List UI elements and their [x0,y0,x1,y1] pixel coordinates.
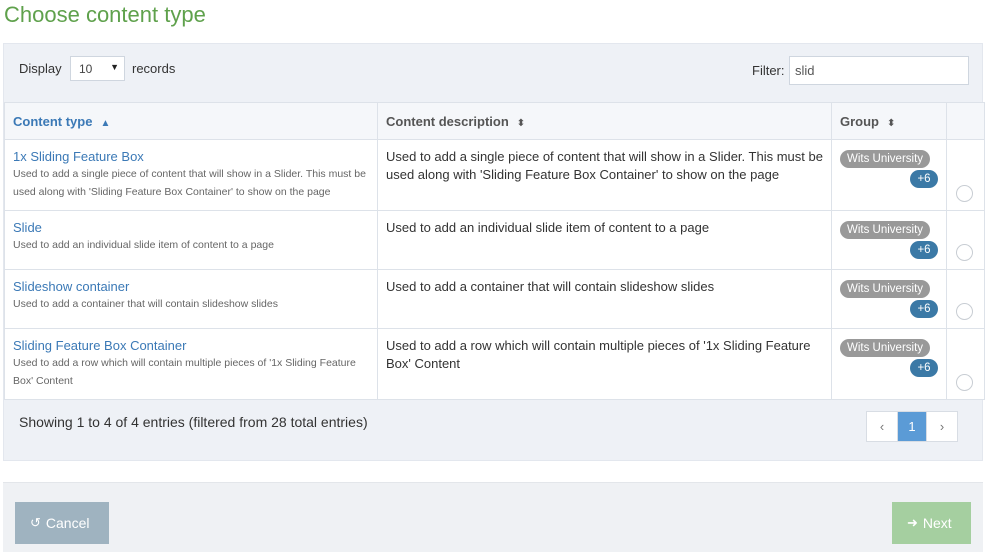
table-row[interactable]: 1x Sliding Feature Box Used to add a sin… [4,139,985,211]
arrow-right-icon: ➜ [907,515,918,530]
content-type-link[interactable]: 1x Sliding Feature Box [13,148,369,165]
pagination-next-button[interactable]: › [927,412,957,441]
content-type-link[interactable]: Slide [13,219,369,236]
group-cell: Wits University +6 [831,139,947,211]
content-type-short-desc: Used to add an individual slide item of … [13,239,274,251]
pagination-page-1[interactable]: 1 [897,412,927,441]
select-radio[interactable] [956,244,973,261]
content-type-cell: Slideshow container Used to add a contai… [4,269,378,329]
group-badge: Wits University [840,221,931,239]
content-type-short-desc: Used to add a row which will contain mul… [13,357,356,387]
filter-input[interactable] [789,56,969,85]
group-more-badge[interactable]: +6 [910,170,938,188]
table-controls: Display 10 ▼ records Filter: [4,44,982,102]
group-badge: Wits University [840,339,931,357]
content-type-link[interactable]: Slideshow container [13,278,369,295]
content-description-cell: Used to add a row which will contain mul… [377,328,832,400]
content-type-short-desc: Used to add a single piece of content th… [13,168,366,198]
content-type-table: Content type ▲ Content description ⬍ Group… [4,102,985,400]
sort-both-icon: ⬍ [887,117,896,129]
page-title: Choose content type [4,2,206,27]
cancel-button-label: Cancel [45,515,90,531]
select-cell [946,139,985,211]
display-label: Display [19,61,62,76]
group-more-badge[interactable]: +6 [910,241,938,259]
content-description-cell: Used to add a container that will contai… [377,269,832,329]
sort-both-icon: ⬍ [516,117,526,129]
sort-asc-icon: ▲ [100,117,111,129]
group-more-badge[interactable]: +6 [910,300,938,318]
content-type-cell: Slide Used to add an individual slide it… [4,210,378,270]
content-type-cell: 1x Sliding Feature Box Used to add a sin… [4,139,378,211]
group-cell: Wits University +6 [831,328,947,400]
cancel-button[interactable]: ↺ Cancel [15,502,109,544]
records-label: records [132,61,176,76]
select-cell [946,210,985,270]
group-more-badge[interactable]: +6 [910,359,938,377]
table-row[interactable]: Slide Used to add an individual slide it… [4,210,985,270]
table-row[interactable]: Slideshow container Used to add a contai… [4,269,985,329]
content-description-cell: Used to add an individual slide item of … [377,210,832,270]
select-radio[interactable] [956,185,973,202]
next-button-label: Next [922,515,952,531]
group-cell: Wits University +6 [831,210,947,270]
column-header-label: Content type [13,113,93,129]
table-row[interactable]: Sliding Feature Box Container Used to ad… [4,328,985,400]
column-header-content-type[interactable]: Content type ▲ [4,102,378,140]
group-badge: Wits University [840,150,931,168]
column-header-label: Group [840,113,879,129]
content-type-link[interactable]: Sliding Feature Box Container [13,337,369,354]
content-description-cell: Used to add a single piece of content th… [377,139,832,211]
column-header-select [946,102,985,140]
page-length-value: 10 [79,62,93,76]
table-header-row: Content type ▲ Content description ⬍ Group… [4,102,985,140]
content-type-panel: Display 10 ▼ records Filter: Content typ… [3,43,985,462]
column-header-label: Content description [386,113,509,129]
caret-down-icon: ▼ [110,62,119,72]
select-cell [946,328,985,400]
page-length-select[interactable]: 10 ▼ [70,56,125,81]
select-cell [946,269,985,329]
pagination-prev-button[interactable]: ‹ [867,412,897,441]
filter-label: Filter: [752,63,785,78]
undo-icon: ↺ [30,515,41,530]
entries-info: Showing 1 to 4 of 4 entries (filtered fr… [19,414,368,430]
select-radio[interactable] [956,303,973,320]
pagination: ‹ 1 › [866,411,958,442]
select-radio[interactable] [956,374,973,391]
group-badge: Wits University [840,280,931,298]
table-info-row: Showing 1 to 4 of 4 entries (filtered fr… [4,399,982,462]
content-type-cell: Sliding Feature Box Container Used to ad… [4,328,378,400]
group-cell: Wits University +6 [831,269,947,329]
column-header-content-description[interactable]: Content description ⬍ [377,102,832,140]
content-type-short-desc: Used to add a container that will contai… [13,298,278,310]
column-header-group[interactable]: Group ⬍ [831,102,947,140]
next-button[interactable]: ➜ Next [892,502,971,544]
wizard-footer: ↺ Cancel ➜ Next [3,482,983,552]
